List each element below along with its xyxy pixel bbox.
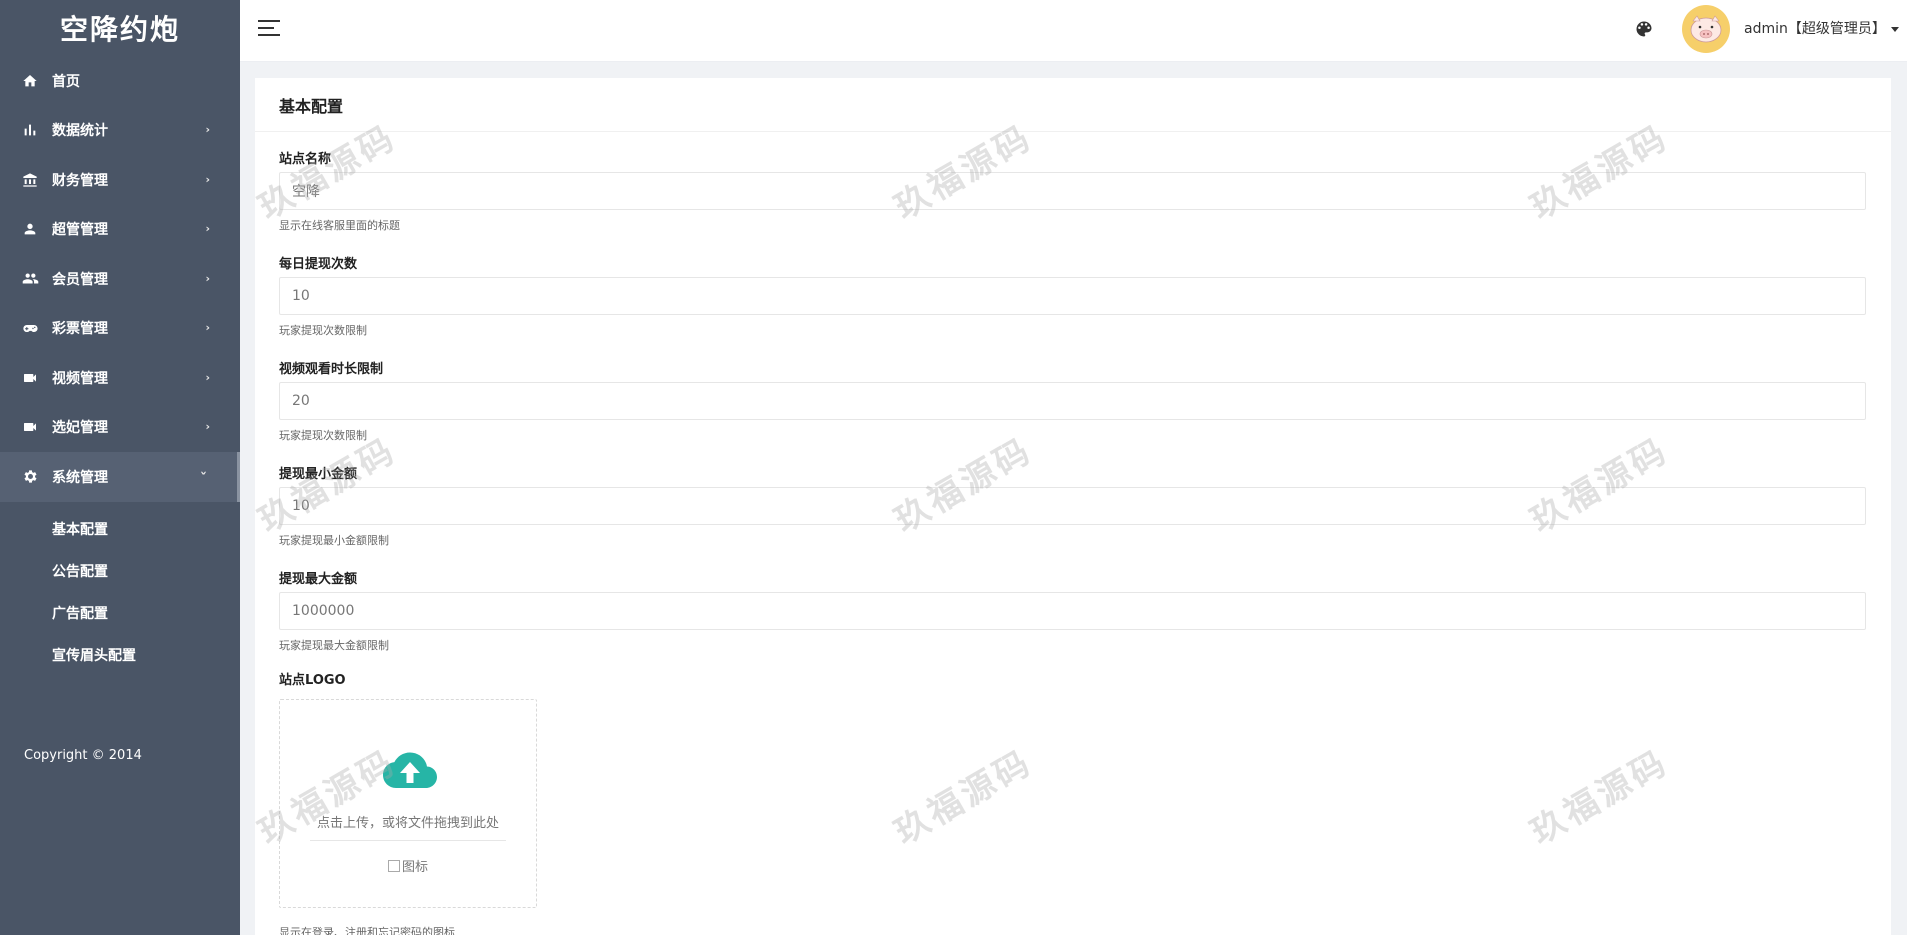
field-label: 每日提现次数 — [279, 257, 358, 272]
video-camera-icon — [21, 369, 39, 387]
sidebar-item-label: 超管管理 — [52, 222, 108, 239]
top-header: admin【超级管理员】 — [240, 0, 1907, 62]
logo-preview-image: 图标 — [280, 856, 536, 875]
avatar[interactable] — [1682, 5, 1730, 53]
users-icon — [21, 270, 39, 288]
field-help: 显示在线客服里面的标题 — [279, 219, 400, 232]
pig-avatar-icon — [1690, 15, 1722, 43]
copyright: Copyright © 2014 — [24, 748, 142, 763]
field-input[interactable]: 1000000 — [279, 592, 1866, 630]
gear-icon — [21, 468, 39, 486]
field-help: 玩家提现最大金额限制 — [279, 639, 389, 652]
card-title: 基本配置 — [255, 78, 1891, 132]
sidebar-item-2[interactable]: 财务管理 › — [0, 155, 240, 205]
menu-toggle-icon[interactable] — [258, 20, 280, 38]
sidebar-item-1[interactable]: 数据统计 › — [0, 106, 240, 156]
bank-icon — [21, 171, 39, 189]
user-icon — [21, 220, 39, 238]
logo-upload-area[interactable]: 点击上传，或将文件拖拽到此处 图标 — [279, 699, 537, 908]
sidebar-item-8[interactable]: 系统管理 ˇ — [0, 452, 240, 502]
chevron-right-icon: › — [205, 420, 210, 434]
form-field-4: 提现最大金额 1000000 玩家提现最大金额限制 — [279, 570, 1866, 653]
sidebar-item-3[interactable]: 超管管理 › — [0, 205, 240, 255]
upload-hint: 点击上传，或将文件拖拽到此处 — [316, 816, 499, 831]
chevron-right-icon: › — [205, 123, 210, 137]
sidebar-item-label: 数据统计 — [52, 123, 108, 140]
video-camera-icon — [21, 418, 39, 436]
logo-label: 站点LOGO — [279, 673, 346, 688]
sidebar-menu: 首页数据统计 › 财务管理 › 超管管理 › 会员管理 › 彩票管理 › 视频管理 › 选妃管理 › 系统管… — [0, 56, 240, 502]
gamepad-icon — [21, 319, 39, 337]
caret-down-icon — [1890, 26, 1899, 32]
field-input[interactable]: 空降 — [279, 172, 1866, 210]
sidebar-item-label: 选妃管理 — [52, 420, 108, 437]
field-help: 玩家提现次数限制 — [279, 429, 367, 442]
form-field-1: 每日提现次数 10 玩家提现次数限制 — [279, 255, 1866, 338]
sidebar-item-6[interactable]: 视频管理 › — [0, 353, 240, 403]
chevron-down-icon: ˇ — [200, 471, 207, 488]
sidebar: 空降约炮 首页 数据统计 › 财务管理 › 超管管理 › 会员管理 › 彩票管理 › 视频管理 › 选妃管… — [0, 0, 240, 935]
field-label: 站点名称 — [279, 152, 332, 167]
sidebar-item-4[interactable]: 会员管理 › — [0, 254, 240, 304]
sidebar-item-label: 系统管理 — [52, 469, 108, 486]
sidebar-item-label: 首页 — [52, 73, 80, 90]
submenu-item-0[interactable]: 基本配置 — [0, 508, 240, 550]
sidebar-submenu: 基本配置 公告配置 广告配置 宣传眉头配置 — [0, 502, 240, 676]
field-label: 提现最大金额 — [279, 572, 358, 587]
image-alt-text: 图标 — [401, 860, 428, 875]
form-field-3: 提现最小金额 10 玩家提现最小金额限制 — [279, 465, 1866, 548]
field-input[interactable]: 10 — [279, 277, 1866, 315]
sidebar-item-0[interactable]: 首页 — [0, 56, 240, 106]
sidebar-item-label: 彩票管理 — [52, 321, 108, 338]
sidebar-item-label: 财务管理 — [52, 172, 108, 189]
field-input[interactable]: 20 — [279, 382, 1866, 420]
chevron-right-icon: › — [205, 271, 210, 285]
submenu-item-2[interactable]: 广告配置 — [0, 592, 240, 634]
broken-image-icon — [387, 860, 400, 872]
cloud-upload-icon — [383, 752, 437, 788]
user-menu[interactable]: admin【超级管理员】 — [1744, 18, 1899, 38]
home-icon — [21, 72, 39, 90]
logo-help-text: 显示在登录、注册和忘记密码的图标 — [279, 926, 455, 935]
chevron-right-icon: › — [205, 370, 210, 384]
chevron-right-icon: › — [205, 172, 210, 186]
submenu-item-3[interactable]: 宣传眉头配置 — [0, 634, 240, 676]
sidebar-item-label: 视频管理 — [52, 370, 108, 387]
field-help: 玩家提现最小金额限制 — [279, 534, 389, 547]
field-input[interactable]: 10 — [279, 487, 1866, 525]
bar-chart-icon — [21, 121, 39, 139]
sidebar-item-7[interactable]: 选妃管理 › — [0, 403, 240, 453]
sidebar-item-label: 会员管理 — [52, 271, 108, 288]
field-help: 玩家提现次数限制 — [279, 324, 367, 337]
form-field-2: 视频观看时长限制 20 玩家提现次数限制 — [279, 360, 1866, 443]
sidebar-item-5[interactable]: 彩票管理 › — [0, 304, 240, 354]
config-card: 基本配置 站点名称 空降 显示在线客服里面的标题 每日提现次数 10 玩家提现次数限制 视频… — [255, 78, 1891, 935]
palette-icon[interactable] — [1634, 19, 1654, 39]
chevron-right-icon: › — [205, 222, 210, 236]
field-label: 提现最小金额 — [279, 467, 358, 482]
brand-title: 空降约炮 — [59, 13, 180, 46]
chevron-right-icon: › — [205, 321, 210, 335]
field-label: 视频观看时长限制 — [279, 362, 384, 377]
upload-divider — [310, 840, 506, 841]
form-field-0: 站点名称空降显示在线客服里面的标题 — [279, 150, 1866, 233]
user-name-label: admin【超级管理员】 — [1744, 21, 1886, 37]
submenu-item-1[interactable]: 公告配置 — [0, 550, 240, 592]
